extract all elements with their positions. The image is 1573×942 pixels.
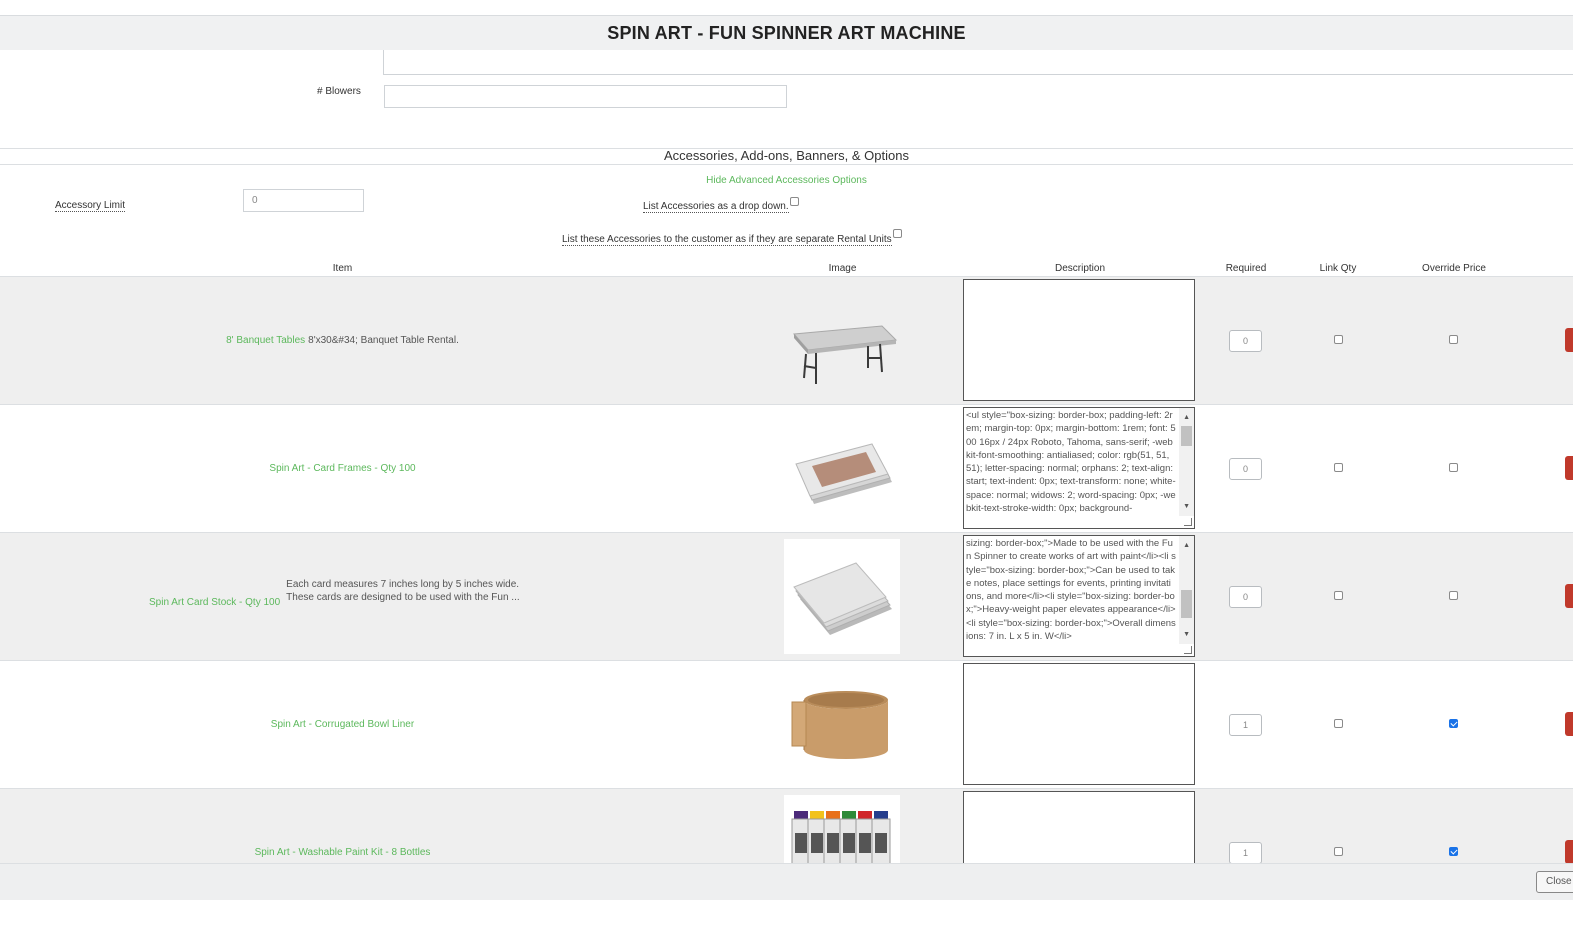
required-qty-input[interactable]: 1	[1229, 842, 1262, 863]
item-link-paint-kit[interactable]: Spin Art - Washable Paint Kit - 8 Bottle…	[255, 847, 431, 858]
blowers-input[interactable]	[384, 85, 787, 108]
table-row: 8' Banquet Tables 8'x30&#34; Banquet Tab…	[0, 277, 1573, 405]
column-header-item: Item	[332, 263, 353, 274]
scroll-up-icon[interactable]: ▲	[1183, 539, 1190, 552]
description-textarea[interactable]	[963, 279, 1195, 401]
description-scrollbar[interactable]: ▲ ▼	[1179, 408, 1194, 516]
link-qty-checkbox[interactable]	[1334, 591, 1343, 600]
paint-kit-image	[784, 795, 900, 863]
item-cell: Spin Art - Corrugated Bowl Liner	[0, 661, 685, 788]
resize-grip-icon[interactable]	[1184, 646, 1192, 654]
item-short-description-line2: These cards are designed to be used with…	[286, 591, 520, 603]
modal-header: SPIN ART - FUN SPINNER ART MACHINE	[0, 16, 1573, 50]
item-link-card-stock[interactable]: Spin Art Card Stock - Qty 100	[149, 597, 280, 608]
required-qty-input[interactable]: 1	[1229, 714, 1262, 736]
delete-accessory-button[interactable]	[1565, 584, 1573, 608]
table-row: Spin Art - Washable Paint Kit - 8 Bottle…	[0, 789, 1573, 863]
delete-accessory-button[interactable]	[1565, 712, 1573, 736]
section-divider-bottom	[0, 164, 1573, 165]
hide-advanced-options-link[interactable]: Hide Advanced Accessories Options	[0, 175, 1573, 186]
item-short-description: Each card measures 7 inches long by 5 in…	[286, 578, 519, 604]
scrollbar-thumb[interactable]	[1181, 590, 1192, 618]
item-cell: Spin Art Card Stock - Qty 100 Each card …	[0, 533, 685, 660]
item-short-description-line1: Each card measures 7 inches long by 5 in…	[286, 578, 520, 590]
delete-accessory-button[interactable]	[1565, 328, 1573, 352]
description-textarea[interactable]: <ul style="box-sizing: border-box; paddi…	[963, 407, 1195, 529]
item-cell: 8' Banquet Tables 8'x30&#34; Banquet Tab…	[0, 277, 685, 404]
table-row: Spin Art Card Stock - Qty 100 Each card …	[0, 533, 1573, 661]
list-dropdown-option: List Accessories as a drop down.	[643, 196, 799, 214]
delete-accessory-button[interactable]	[1565, 840, 1573, 863]
item-cell: Spin Art - Washable Paint Kit - 8 Bottle…	[0, 789, 685, 863]
separate-units-label: List these Accessories to the customer a…	[562, 234, 892, 246]
link-qty-checkbox[interactable]	[1334, 463, 1343, 472]
override-price-checkbox[interactable]	[1449, 847, 1458, 856]
card-stock-image	[784, 539, 900, 654]
override-price-checkbox[interactable]	[1449, 463, 1458, 472]
separate-units-checkbox[interactable]	[892, 229, 902, 238]
column-header-required: Required	[1225, 263, 1267, 274]
item-link-bowl-liner[interactable]: Spin Art - Corrugated Bowl Liner	[271, 719, 414, 730]
description-scrollbar[interactable]: ▲ ▼	[1179, 536, 1194, 644]
close-button[interactable]: Close	[1536, 871, 1573, 893]
accessory-limit-label: Accessory Limit	[55, 200, 126, 212]
bowl-liner-image	[784, 667, 900, 782]
link-qty-checkbox[interactable]	[1334, 335, 1343, 344]
banquet-table-image	[784, 283, 900, 398]
previous-field-input[interactable]	[383, 50, 1573, 75]
separate-units-option: List these Accessories to the customer a…	[562, 229, 902, 247]
modal-title: SPIN ART - FUN SPINNER ART MACHINE	[607, 23, 966, 43]
required-qty-input[interactable]: 0	[1229, 586, 1262, 608]
override-price-checkbox[interactable]	[1449, 335, 1458, 344]
item-link-banquet-tables[interactable]: 8' Banquet Tables	[226, 335, 305, 346]
list-dropdown-label: List Accessories as a drop down.	[643, 201, 789, 213]
delete-accessory-button[interactable]	[1565, 456, 1573, 480]
link-qty-checkbox[interactable]	[1334, 719, 1343, 728]
item-link-card-frames[interactable]: Spin Art - Card Frames - Qty 100	[269, 463, 415, 474]
required-qty-input[interactable]: 0	[1229, 458, 1262, 480]
item-short-description: 8'x30&#34; Banquet Table Rental.	[308, 335, 459, 346]
resize-grip-icon[interactable]	[1184, 518, 1192, 526]
scroll-down-icon[interactable]: ▼	[1183, 500, 1190, 513]
scrollbar-thumb[interactable]	[1181, 426, 1192, 446]
override-price-checkbox[interactable]	[1449, 719, 1458, 728]
column-header-link-qty: Link Qty	[1319, 263, 1357, 274]
accessory-limit-input[interactable]: 0	[243, 189, 364, 212]
top-strip	[0, 0, 1573, 16]
description-textarea[interactable]	[963, 663, 1195, 785]
scroll-down-icon[interactable]: ▼	[1183, 628, 1190, 641]
accessory-limit-label-wrap: Accessory Limit	[55, 195, 126, 213]
description-text: <ul style="box-sizing: border-box; paddi…	[966, 410, 1176, 515]
accessories-section-title: Accessories, Add-ons, Banners, & Options	[664, 148, 909, 163]
required-qty-input[interactable]: 0	[1229, 330, 1262, 352]
blowers-label: # Blowers	[317, 86, 361, 97]
table-row: Spin Art - Card Frames - Qty 100 <ul sty…	[0, 405, 1573, 533]
description-textarea[interactable]	[963, 791, 1195, 863]
scroll-up-icon[interactable]: ▲	[1183, 411, 1190, 424]
override-price-checkbox[interactable]	[1449, 591, 1458, 600]
link-qty-checkbox[interactable]	[1334, 847, 1343, 856]
column-header-description: Description	[1054, 263, 1106, 274]
list-dropdown-checkbox[interactable]	[789, 197, 799, 206]
modal-footer: Close	[0, 863, 1573, 900]
description-text: sizing: border-box;">Made to be used wit…	[966, 538, 1176, 643]
card-frames-image	[784, 411, 900, 526]
item-cell: Spin Art - Card Frames - Qty 100	[0, 405, 685, 532]
description-textarea[interactable]: sizing: border-box;">Made to be used wit…	[963, 535, 1195, 657]
table-row: Spin Art - Corrugated Bowl Liner 1	[0, 661, 1573, 789]
column-header-override-price: Override Price	[1422, 263, 1486, 274]
column-header-image: Image	[828, 263, 857, 274]
accessories-table: 8' Banquet Tables 8'x30&#34; Banquet Tab…	[0, 277, 1573, 863]
